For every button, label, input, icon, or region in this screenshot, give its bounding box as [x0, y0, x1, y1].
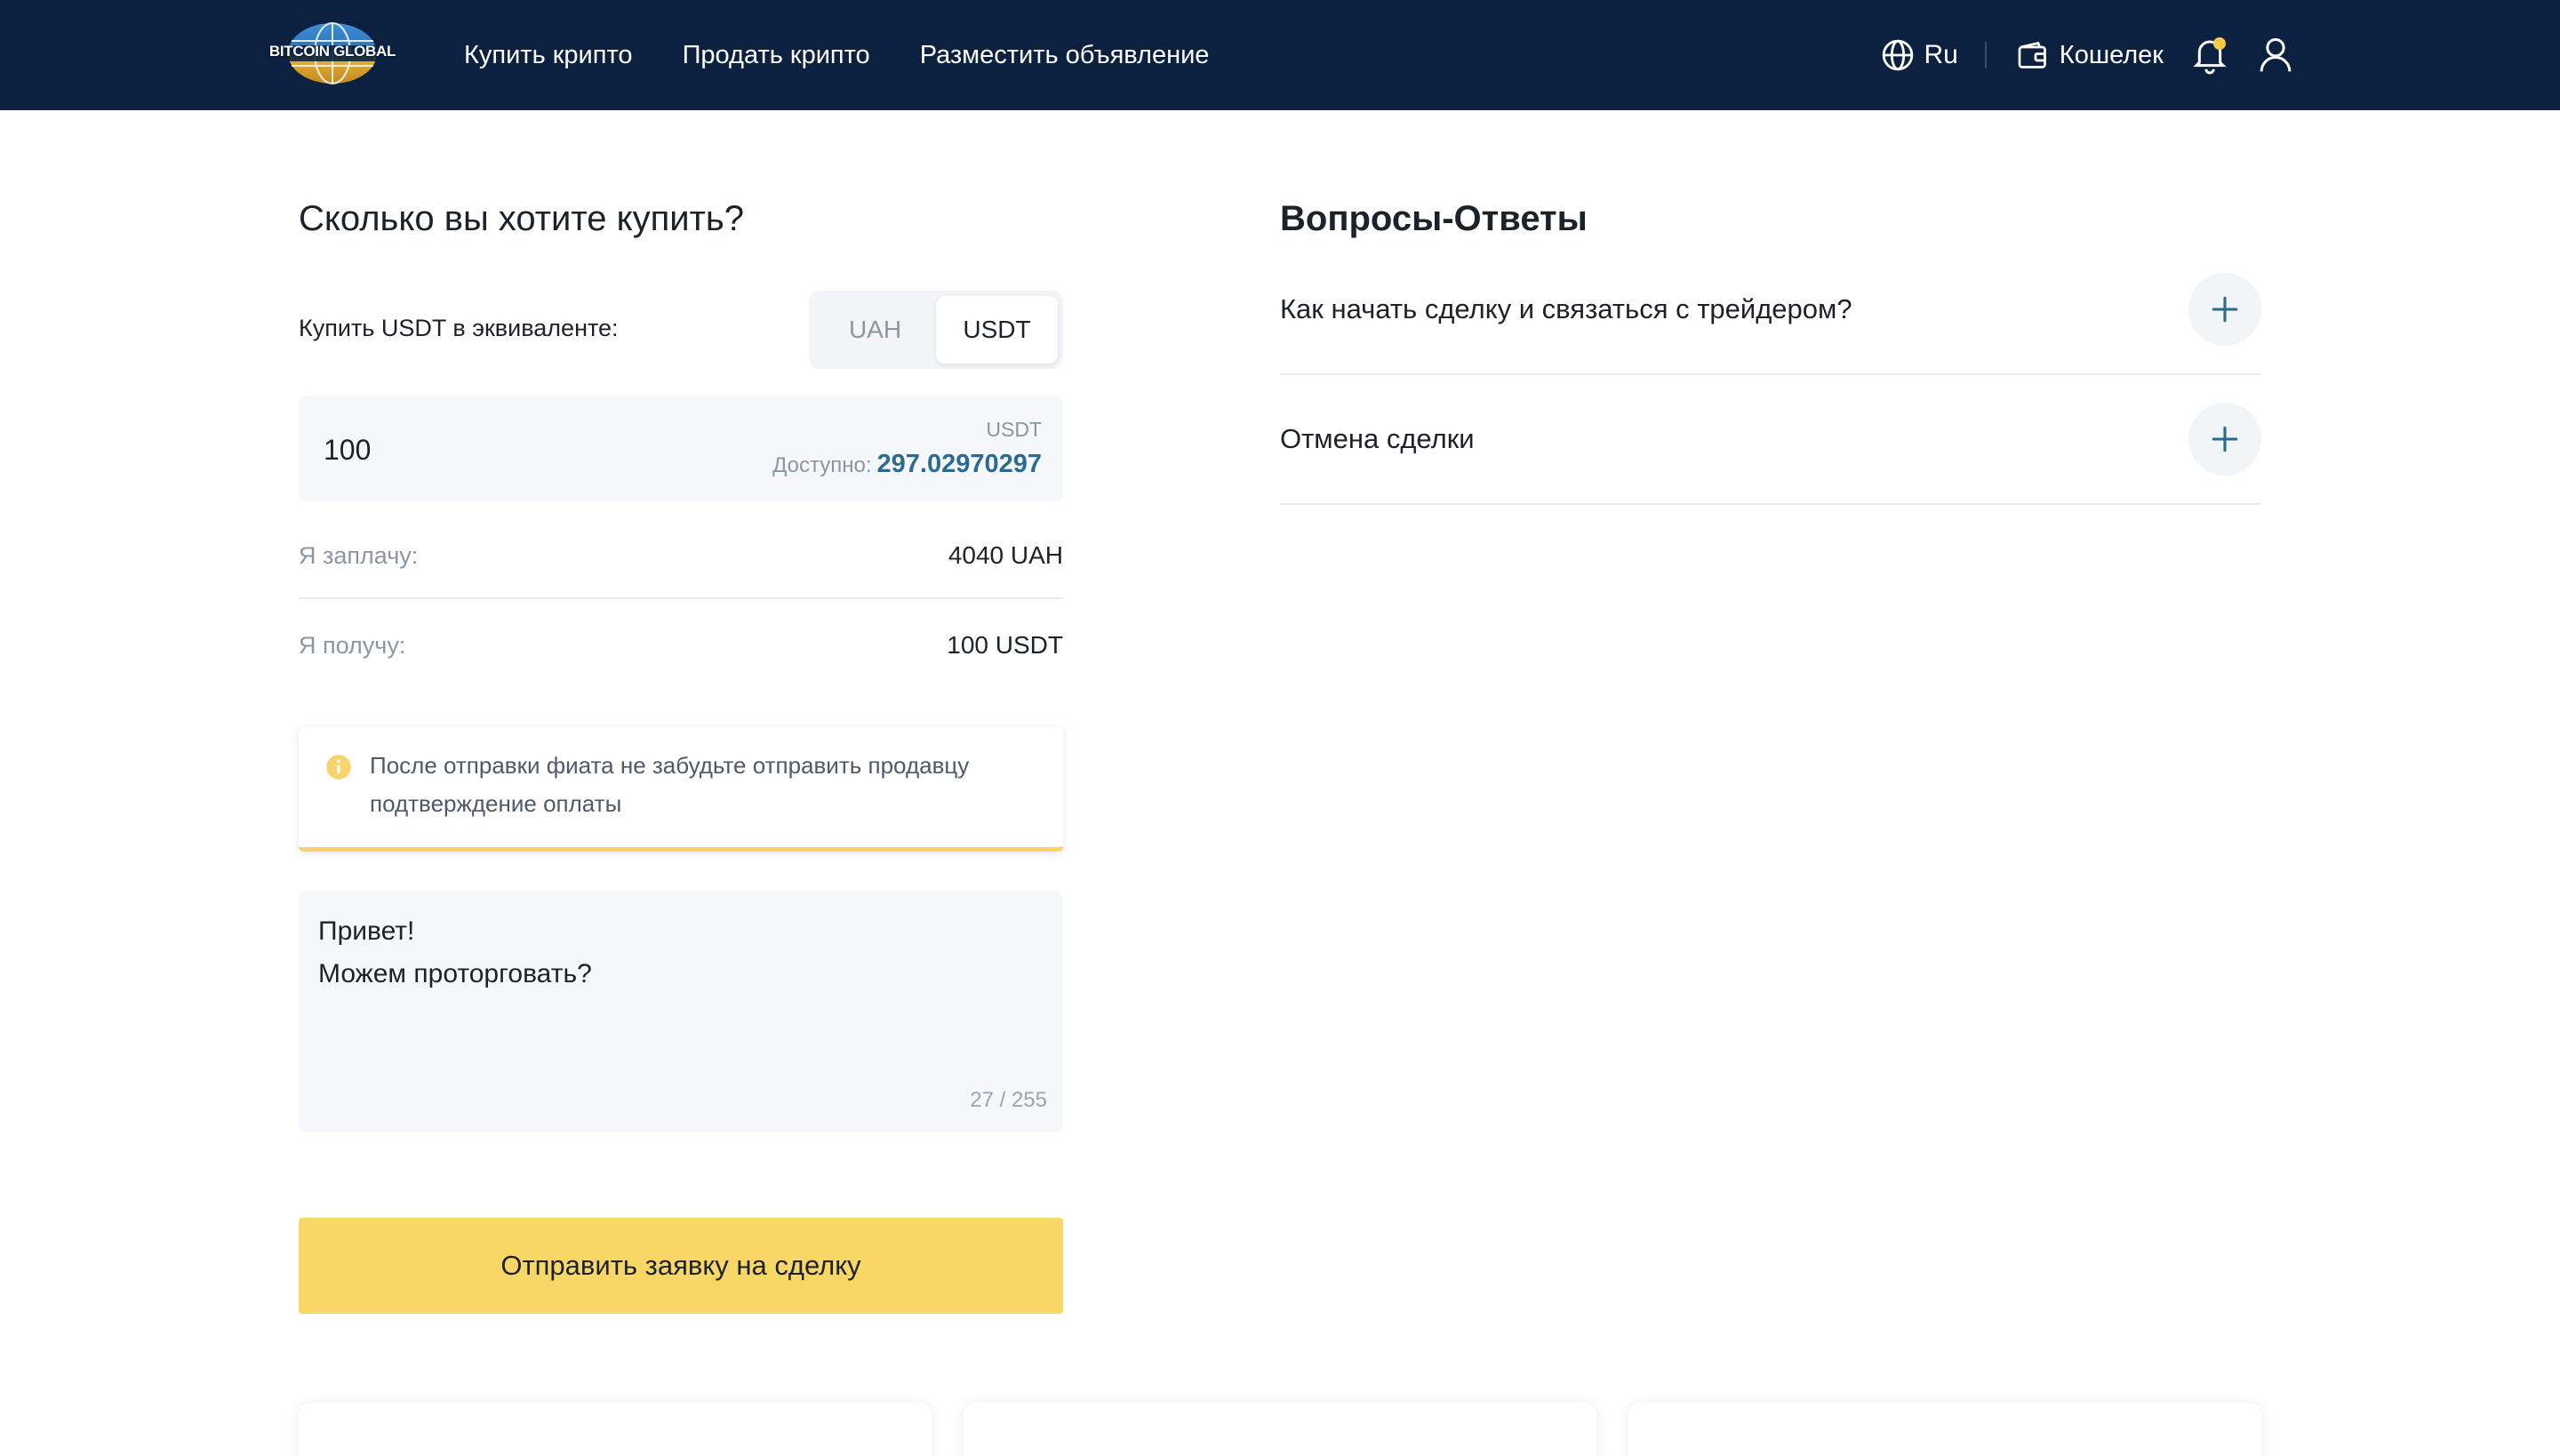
globe-icon — [1883, 39, 1914, 71]
header-divider — [1984, 42, 1987, 68]
available-balance: Доступно: 297.02970297 — [772, 450, 1042, 479]
toggle-usdt[interactable]: USDT — [936, 296, 1058, 364]
plus-icon — [2212, 426, 2238, 452]
faq-item-cancel-deal[interactable]: Отмена сделки — [1280, 375, 2261, 505]
info-card — [964, 1403, 1596, 1456]
plus-icon — [2212, 296, 2238, 323]
user-icon — [2260, 38, 2292, 72]
notice-text: После отправки фиата не забудьте отправи… — [370, 752, 970, 817]
top-navbar: BITCOIN GLOBAL Купить крипто Продать кри… — [0, 0, 2560, 110]
pay-row: Я заплачу: 4040 UAH — [299, 514, 1063, 599]
submit-deal-button[interactable]: Отправить заявку на сделку — [299, 1218, 1063, 1314]
toggle-uah[interactable]: UAH — [814, 296, 936, 364]
info-card — [299, 1403, 932, 1456]
expand-button[interactable] — [2188, 403, 2261, 476]
pay-value: 4040 UAH — [948, 541, 1063, 569]
receive-row: Я получу: 100 USDT — [299, 603, 1063, 688]
amount-field: USDT Доступно:297.02970297 — [299, 396, 1063, 501]
wallet-link[interactable]: Кошелек — [2017, 40, 2164, 70]
currency-toggle: UAH USDT — [809, 291, 1063, 369]
info-card — [1628, 1403, 2261, 1456]
buy-title: Сколько вы хотите купить? — [299, 199, 744, 238]
notifications-button[interactable] — [2192, 36, 2228, 75]
profile-button[interactable] — [2258, 36, 2293, 75]
nav-sell-crypto[interactable]: Продать крипто — [683, 41, 870, 70]
notification-dot — [2213, 37, 2226, 50]
wallet-label: Кошелек — [2059, 40, 2164, 69]
amount-input[interactable] — [324, 423, 644, 476]
faq-question: Отмена сделки — [1280, 423, 1475, 454]
receive-label: Я получу: — [299, 631, 406, 659]
available-value[interactable]: 297.02970297 — [877, 450, 1042, 478]
nav-buy-crypto[interactable]: Купить крипто — [464, 41, 633, 70]
message-field: Привет! Можем проторговать? 27 / 255 — [299, 891, 1063, 1132]
logo-text: BITCOIN GLOBAL — [268, 43, 396, 60]
bitcoin-global-logo[interactable]: BITCOIN GLOBAL — [267, 20, 398, 87]
nav-post-ad[interactable]: Разместить объявление — [920, 41, 1210, 70]
pay-label: Я заплачу: — [299, 541, 419, 569]
available-label: Доступно: — [772, 453, 872, 477]
main-nav: Купить крипто Продать крипто Разместить … — [464, 0, 1209, 110]
amount-currency: USDT — [986, 418, 1042, 441]
message-counter: 27 / 255 — [970, 1088, 1047, 1112]
expand-button[interactable] — [2188, 273, 2261, 346]
language-selector[interactable]: Ru — [1881, 38, 1958, 72]
language-label: Ru — [1924, 40, 1958, 69]
faq-question: Как начать сделку и связаться с трейдеро… — [1280, 293, 1852, 324]
equivalent-label: Купить USDT в эквиваленте: — [299, 315, 619, 341]
faq-item-start-deal[interactable]: Как начать сделку и связаться с трейдеро… — [1280, 245, 2261, 375]
wallet-icon — [2018, 41, 2046, 68]
message-textarea[interactable]: Привет! Можем проторговать? — [318, 910, 1029, 1070]
receive-value: 100 USDT — [947, 631, 1063, 659]
faq-title: Вопросы-Ответы — [1280, 199, 1588, 238]
info-icon — [326, 755, 351, 780]
header-actions: Ru Кошелек — [1881, 0, 2293, 110]
payment-notice: После отправки фиата не забудьте отправи… — [299, 727, 1063, 852]
